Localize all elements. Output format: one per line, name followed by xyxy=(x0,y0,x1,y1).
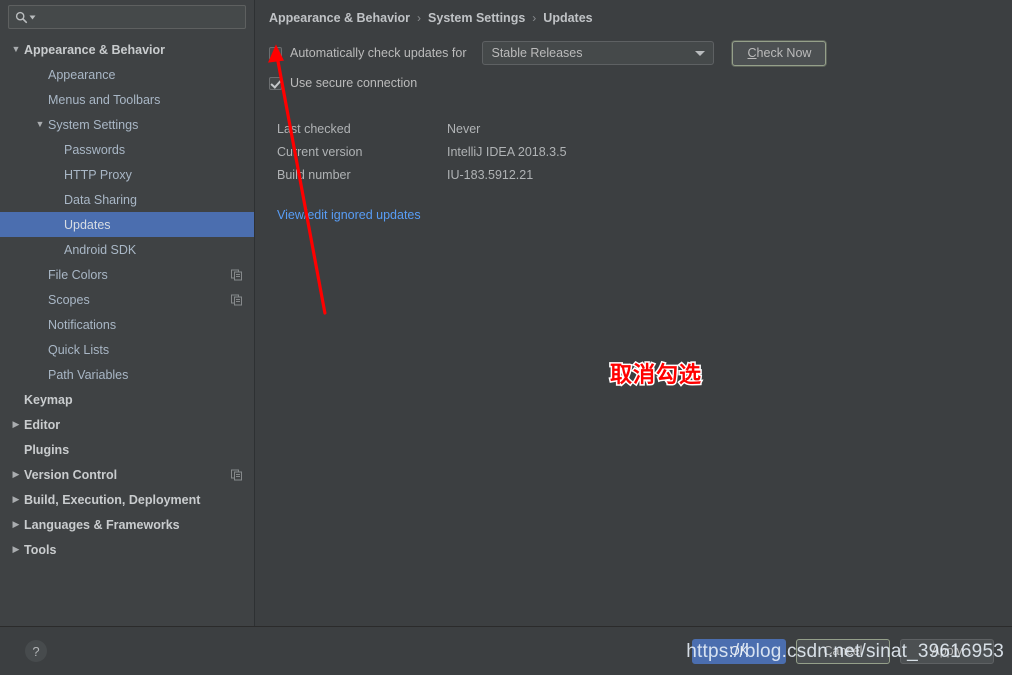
use-secure-connection-checkbox[interactable] xyxy=(269,76,282,90)
info-key: Build number xyxy=(277,168,351,182)
sidebar-item-label: Menus and Toolbars xyxy=(48,92,161,107)
chevron-down-icon[interactable]: ▼ xyxy=(32,120,48,129)
chevron-down-icon xyxy=(695,50,706,56)
sidebar-item-label: Data Sharing xyxy=(64,192,137,207)
sidebar-item-android-sdk[interactable]: ▶Android SDK xyxy=(0,237,254,262)
sidebar-item-appearance-behavior[interactable]: ▼ Appearance & Behavior xyxy=(0,37,254,62)
sidebar-item-notifications[interactable]: ▶Notifications xyxy=(0,312,254,337)
dialog-footer: ? OK Cancel Apply https://blog.csdn.net/si… xyxy=(0,627,1012,675)
sidebar-item-label: File Colors xyxy=(48,267,108,282)
sidebar-item-system-settings[interactable]: ▼ System Settings xyxy=(0,112,254,137)
check-now-mnemonic: C xyxy=(747,46,757,60)
chevron-right-icon[interactable]: ▶ xyxy=(8,470,24,479)
sidebar-item-label: Version Control xyxy=(24,467,118,482)
update-info-table: Last checked Never Current version IntelliJ… xyxy=(269,122,996,182)
copy-icon[interactable] xyxy=(231,269,242,280)
dialog-body: ▼Appearance & Behavior▶Appearance▶Menus … xyxy=(0,0,1012,627)
sidebar-item-label: System Settings xyxy=(48,117,139,132)
breadcrumb-item[interactable]: Appearance & Behavior xyxy=(269,11,410,25)
sidebar-item-label: Languages & Frameworks xyxy=(24,517,180,532)
breadcrumb: Appearance & Behavior › System Settings › Up… xyxy=(269,10,996,26)
sidebar-item-passwords[interactable]: ▶Passwords xyxy=(0,137,254,162)
info-value: IU-183.5912.21 xyxy=(447,168,534,182)
info-value: Never xyxy=(447,122,481,136)
settings-sidebar: ▼Appearance & Behavior▶Appearance▶Menus … xyxy=(0,0,255,626)
update-channel-value: Stable Releases xyxy=(491,46,583,60)
sidebar-item-label: Notifications xyxy=(48,317,117,332)
sidebar-item-plugins[interactable]: ▶Plugins xyxy=(0,437,254,462)
automatically-check-updates-checkbox[interactable] xyxy=(269,46,282,60)
info-value: IntelliJ IDEA 2018.3.5 xyxy=(447,145,567,159)
sidebar-item-quick-lists[interactable]: ▶Quick Lists xyxy=(0,337,254,362)
search-input[interactable] xyxy=(36,6,239,28)
chevron-down-icon xyxy=(29,15,36,19)
sidebar-item-tools[interactable]: ▶ Tools xyxy=(0,537,254,562)
sidebar-item-label: Android SDK xyxy=(64,242,137,257)
sidebar-item-scopes[interactable]: ▶Scopes xyxy=(0,287,254,312)
breadcrumb-item[interactable]: Updates xyxy=(543,11,592,25)
sidebar-item-http-proxy[interactable]: ▶HTTP Proxy xyxy=(0,162,254,187)
sidebar-item-editor[interactable]: ▶ Editor xyxy=(0,412,254,437)
sidebar-item-updates[interactable]: ▶Updates xyxy=(0,212,254,237)
sidebar-item-label: Updates xyxy=(64,217,111,232)
search-box[interactable] xyxy=(8,5,246,29)
info-key: Current version xyxy=(277,145,363,159)
sidebar-item-menus-and-toolbars[interactable]: ▶Menus and Toolbars xyxy=(0,87,254,112)
automatically-check-updates-label: Automatically check updates for xyxy=(290,46,467,60)
sidebar-item-label: HTTP Proxy xyxy=(64,167,132,182)
sidebar-item-version-control[interactable]: ▶ Version Control xyxy=(0,462,254,487)
info-key: Last checked xyxy=(277,122,351,136)
chevron-right-icon[interactable]: ▶ xyxy=(8,495,24,504)
sidebar-item-keymap[interactable]: ▶Keymap xyxy=(0,387,254,412)
chevron-right-icon[interactable]: ▶ xyxy=(8,545,24,554)
breadcrumb-item[interactable]: System Settings xyxy=(428,11,525,25)
sidebar-item-build-execution-deployment[interactable]: ▶ Build, Execution, Deployment xyxy=(0,487,254,512)
sidebar-item-label: Build, Execution, Deployment xyxy=(24,492,201,507)
sidebar-item-path-variables[interactable]: ▶Path Variables xyxy=(0,362,254,387)
check-now-button[interactable]: Check Now xyxy=(732,40,827,66)
help-icon[interactable]: ? xyxy=(25,640,47,662)
apply-button[interactable]: Apply xyxy=(900,638,994,664)
chevron-right-icon[interactable]: ▶ xyxy=(8,420,24,429)
sidebar-item-label: Appearance xyxy=(48,67,116,82)
sidebar-item-label: Keymap xyxy=(24,392,73,407)
sidebar-item-label: Passwords xyxy=(64,142,126,157)
sidebar-item-label: Scopes xyxy=(48,292,90,307)
use-secure-connection-label: Use secure connection xyxy=(290,76,418,90)
breadcrumb-separator: › xyxy=(417,11,422,25)
cancel-button[interactable]: Cancel xyxy=(796,638,890,664)
settings-tree: ▼Appearance & Behavior▶Appearance▶Menus … xyxy=(0,35,254,626)
secure-connection-row: Use secure connection xyxy=(269,72,996,94)
chevron-right-icon[interactable]: ▶ xyxy=(8,520,24,529)
sidebar-item-label: Tools xyxy=(24,542,57,557)
sidebar-item-file-colors[interactable]: ▶File Colors xyxy=(0,262,254,287)
footer-buttons: OK Cancel Apply xyxy=(692,638,994,664)
sidebar-item-label: Quick Lists xyxy=(48,342,110,357)
sidebar-item-label: Plugins xyxy=(24,442,70,457)
settings-dialog: ▼Appearance & Behavior▶Appearance▶Menus … xyxy=(0,0,1012,675)
copy-icon[interactable] xyxy=(231,294,242,305)
search-container xyxy=(0,5,254,35)
sidebar-item-languages-frameworks[interactable]: ▶ Languages & Frameworks xyxy=(0,512,254,537)
check-now-label: heck Now xyxy=(756,46,812,60)
sidebar-item-label: Editor xyxy=(24,417,61,432)
view-edit-ignored-updates-link[interactable]: View/edit ignored updates xyxy=(277,208,421,222)
copy-icon[interactable] xyxy=(231,469,242,480)
chevron-down-icon[interactable]: ▼ xyxy=(8,45,24,54)
breadcrumb-separator: › xyxy=(532,11,537,25)
sidebar-item-label: Path Variables xyxy=(48,367,129,382)
search-icon[interactable] xyxy=(15,11,36,24)
sidebar-item-label: Appearance & Behavior xyxy=(24,42,166,57)
settings-content-panel: Appearance & Behavior › System Settings › Up… xyxy=(255,0,1012,626)
update-channel-select[interactable]: Stable Releases xyxy=(482,41,715,65)
annotation-text: 取消勾选 xyxy=(608,362,703,390)
sidebar-item-appearance[interactable]: ▶Appearance xyxy=(0,62,254,87)
auto-check-row: Automatically check updates for Stable R… xyxy=(269,40,996,66)
ok-button[interactable]: OK xyxy=(692,638,786,664)
sidebar-item-data-sharing[interactable]: ▶Data Sharing xyxy=(0,187,254,212)
